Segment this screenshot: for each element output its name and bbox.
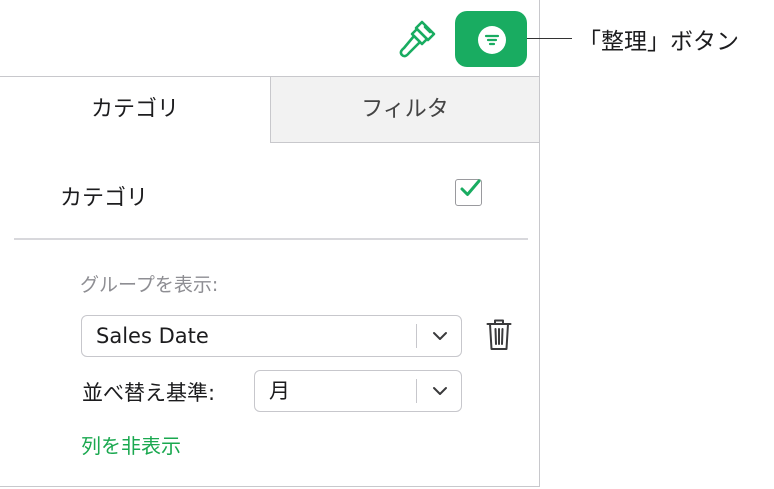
select-separator xyxy=(416,324,417,348)
tab-categories[interactable]: カテゴリ xyxy=(0,77,271,143)
checkmark-icon xyxy=(460,179,481,196)
organize-filter-icon xyxy=(478,26,506,54)
group-by-caption: グループを表示: xyxy=(80,274,219,296)
format-button[interactable] xyxy=(395,18,439,62)
categories-checkbox[interactable] xyxy=(455,179,482,206)
organize-panel: カテゴリ フィルタ カテゴリ グループを表示: Sales Date 並べ替え基… xyxy=(0,0,540,487)
callout-label: 「整理」ボタン xyxy=(578,29,739,55)
hide-column-link[interactable]: 列を非表示 xyxy=(81,430,181,459)
select-separator xyxy=(416,379,417,403)
paintbrush-icon xyxy=(399,20,436,58)
callout-line xyxy=(527,38,572,39)
delete-category-button[interactable] xyxy=(485,318,513,352)
group-by-value: Sales Date xyxy=(96,324,209,348)
toolbar xyxy=(0,0,540,76)
tab-filter[interactable]: フィルタ xyxy=(271,77,539,143)
organize-button[interactable] xyxy=(455,11,527,67)
categories-toggle-label: カテゴリ xyxy=(60,186,149,211)
sort-by-value: 月 xyxy=(269,379,290,403)
section-divider xyxy=(14,238,528,240)
trash-icon xyxy=(486,319,512,350)
sort-by-label: 並べ替え基準: xyxy=(82,381,216,405)
chevron-down-icon xyxy=(433,387,447,395)
group-by-select[interactable]: Sales Date xyxy=(81,315,462,357)
chevron-down-icon xyxy=(433,332,447,340)
sort-by-select[interactable]: 月 xyxy=(254,370,462,412)
